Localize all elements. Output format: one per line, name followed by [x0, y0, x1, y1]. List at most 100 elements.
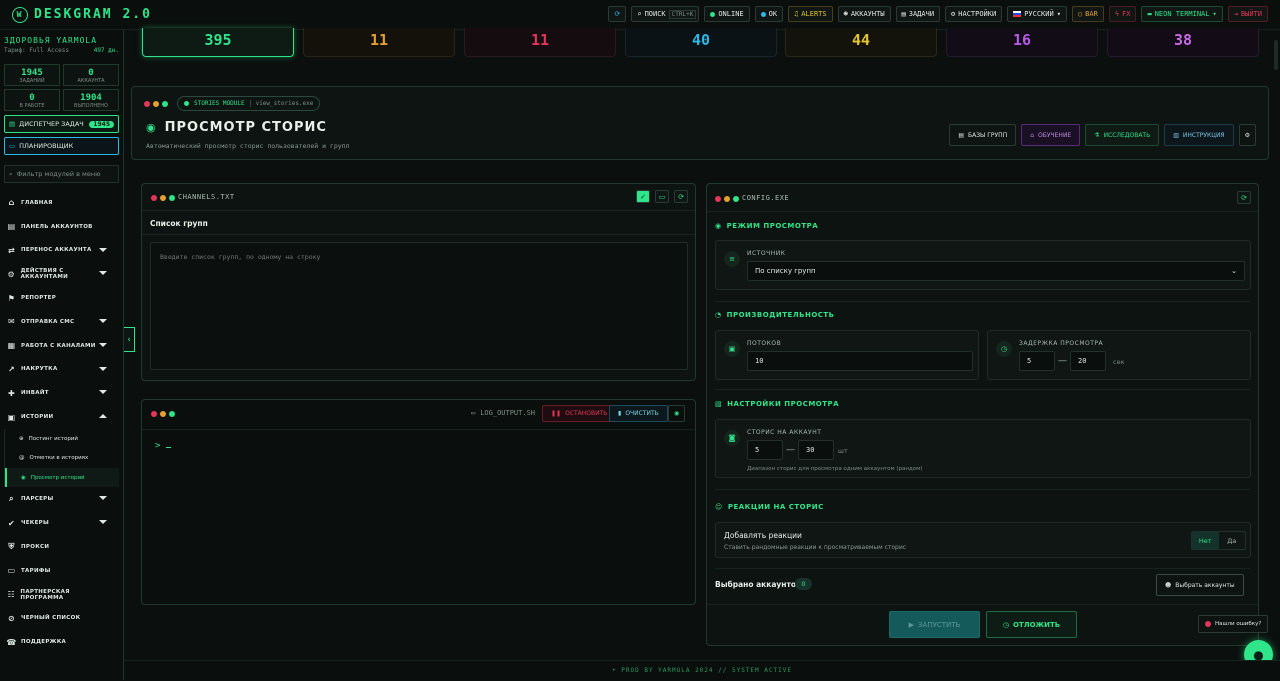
online-status[interactable]: ONLINE: [704, 6, 750, 22]
bug-report-button[interactable]: Нашли ошибку?: [1198, 615, 1269, 633]
config-panel: CONFIG.EXE ⟳ ◉ РЕЖИМ ПРОСМОТРА ≡ ИСТОЧНИК…: [706, 183, 1259, 646]
refresh-icon: ⟳: [1241, 193, 1247, 202]
scheduler-button[interactable]: ▭ ПЛАНИРОВЩИК: [4, 137, 119, 155]
sidebar-item-account-actions[interactable]: ⚙ ДЕЙСТВИЯ С АККАУНТАМИ: [0, 262, 123, 286]
window-controls: [715, 196, 739, 202]
reactions-no-option[interactable]: Нет: [1192, 532, 1219, 549]
top-stat-7[interactable]: 38: [1107, 28, 1259, 57]
search-button[interactable]: ⌕ ПОИСК CTRL+K: [631, 6, 700, 22]
chevron-down-icon: [99, 247, 107, 252]
chevron-down-icon: ⌄: [1231, 267, 1237, 275]
sidebar-item-checkers[interactable]: ✔ ЧЕКЕРЫ: [0, 511, 123, 535]
sidebar-item-accounts-panel[interactable]: ▤ ПАНЕЛЬ АККАУНТОВ: [0, 215, 123, 239]
stories-min-input[interactable]: 5: [747, 440, 783, 460]
group-bases-button[interactable]: ▤ БАЗЫ ГРУПП: [949, 124, 1017, 146]
start-button[interactable]: ▶ ЗАПУСТИТЬ: [889, 611, 980, 638]
reactions-yes-option[interactable]: Да: [1219, 532, 1246, 549]
log-view-button[interactable]: ◉: [668, 405, 686, 422]
selected-accounts-count: 0: [795, 578, 812, 590]
channels-refresh-button[interactable]: ⟳: [674, 190, 688, 203]
chevron-down-icon: [99, 318, 107, 323]
top-stat-1[interactable]: 395: [142, 28, 294, 57]
flag-icon: [1013, 11, 1022, 17]
logout-icon: ⇥: [1233, 10, 1238, 18]
choose-accounts-button[interactable]: ☻ Выбрать аккаунты: [1156, 574, 1244, 596]
sidebar-item-stories-posting[interactable]: ⊕ Постинг историй: [5, 429, 119, 449]
settings-button[interactable]: ⚙ НАСТРОЙКИ: [945, 6, 1003, 22]
guide-button[interactable]: ▥ ИНСТРУКЦИЯ: [1164, 124, 1234, 146]
sidebar-item-blacklist[interactable]: ⊘ ЧЕРНЫЙ СПИСОК: [0, 606, 123, 630]
stories-hint: Диапазон сторис для просмотра одним акка…: [747, 466, 923, 472]
chevron-down-icon: [99, 342, 107, 347]
sidebar-item-stories[interactable]: ▣ ИСТОРИИ: [0, 405, 123, 429]
stop-button[interactable]: ❚❚ ОСТАНОВИТЬ: [542, 405, 617, 422]
fx-toggle[interactable]: ϟ FX: [1108, 6, 1137, 22]
module-settings-button[interactable]: ⚙: [1238, 124, 1256, 146]
source-select[interactable]: По списку групп ⌄: [747, 261, 1245, 281]
performance-section-title: ◔ ПРОИЗВОДИТЕЛЬНОСТЬ: [715, 311, 835, 319]
top-stat-4[interactable]: 40: [625, 28, 777, 57]
stories-unit: шт: [838, 447, 848, 455]
research-button[interactable]: ⚗ ИССЛЕДОВАТЬ: [1085, 124, 1160, 146]
dispatcher-button[interactable]: ▤ ДИСПЕТЧЕР ЗАДАЧ 1945: [4, 115, 119, 133]
stat-accounts: 0 АККАУНТА: [63, 64, 119, 86]
top-stat-2[interactable]: 11: [303, 28, 455, 57]
search-icon: ⌕: [9, 494, 14, 504]
image-icon: ▧: [715, 400, 723, 408]
delay-max-input[interactable]: 20: [1070, 351, 1106, 371]
tasks-button[interactable]: ▤ ЗАДАЧИ: [895, 6, 941, 22]
source-label: ИСТОЧНИК: [747, 250, 786, 257]
scrollbar[interactable]: [1274, 40, 1278, 70]
home-icon: ⌂: [8, 198, 15, 208]
window-controls: [144, 101, 168, 107]
channels-icon: ▦: [7, 341, 16, 351]
book-icon: ▥: [1173, 131, 1179, 139]
alerts-button[interactable]: ♫ ALERTS: [788, 6, 833, 22]
sidebar-item-home[interactable]: ⌂ ГЛАВНАЯ: [0, 191, 123, 215]
channels-check-button[interactable]: ✓: [636, 190, 650, 203]
sidebar-item-channels[interactable]: ▦ РАБОТА С КАНАЛАМИ: [0, 334, 123, 358]
online-dot-icon: [710, 11, 716, 17]
app-logo[interactable]: W DESKGRAM 2.0: [12, 6, 152, 23]
top-stat-6[interactable]: 16: [946, 28, 1098, 57]
language-select[interactable]: РУССКИЙ ▾: [1007, 6, 1067, 22]
sidebar-item-sms[interactable]: ✉ ОТПРАВКА СМС: [0, 310, 123, 334]
theme-select[interactable]: ▬ NEON TERMINAL ▾: [1141, 6, 1223, 22]
sidebar-item-partners[interactable]: ☷ ПАРТНЕРСКАЯ ПРОГРАММА: [0, 583, 123, 607]
tasks-icon: ▤: [901, 10, 906, 18]
sidebar-item-proxy[interactable]: ⛨ ПРОКСИ: [0, 535, 123, 559]
learn-button[interactable]: ⌂ ОБУЧЕНИЕ: [1021, 124, 1081, 146]
clear-button[interactable]: ▮ ОЧИСТИТЬ: [609, 405, 668, 422]
top-stat-3[interactable]: 11: [464, 28, 616, 57]
sidebar-item-reporter[interactable]: ⚑ РЕПОРТЕР: [0, 286, 123, 310]
sidebar-menu: ⌂ ГЛАВНАЯ ▤ ПАНЕЛЬ АККАУНТОВ ⇄ ПЕРЕНОС АККА…: [0, 191, 123, 654]
stories-max-input[interactable]: 30: [798, 440, 834, 460]
eye-icon: ◉: [715, 222, 722, 230]
calendar-icon: ▭: [9, 142, 16, 150]
postpone-button[interactable]: ◷ ОТЛОЖИТЬ: [986, 611, 1077, 638]
sidebar-item-stories-mentions[interactable]: @ Отметки в историях: [5, 448, 119, 468]
bar-toggle[interactable]: ○ BAR: [1071, 6, 1104, 22]
accounts-button[interactable]: ☻ АККАУНТЫ: [837, 6, 891, 22]
range-dash: —: [1058, 356, 1067, 366]
ok-status[interactable]: OK: [754, 6, 784, 22]
delay-min-input[interactable]: 5: [1019, 351, 1055, 371]
status-dot-icon: [184, 101, 189, 106]
channels-textarea[interactable]: [150, 242, 688, 370]
sidebar-item-account-transfer[interactable]: ⇄ ПЕРЕНОС АККАУНТА: [0, 239, 123, 263]
sidebar-item-stories-view[interactable]: ◉ Просмотр историй: [5, 467, 119, 488]
top-stat-5[interactable]: 44: [785, 28, 937, 57]
sidebar-item-tariffs[interactable]: ▭ ТАРИФЫ: [0, 559, 123, 583]
sidebar-collapse-button[interactable]: ‹: [124, 327, 135, 352]
threads-input[interactable]: 10: [747, 351, 973, 371]
module-filter-input[interactable]: ⌕ Фильтр модулей в меню: [4, 165, 119, 183]
sidebar-item-boost[interactable]: ↗ НАКРУТКА: [0, 358, 123, 382]
refresh-button[interactable]: ⟳: [608, 6, 627, 22]
config-refresh-button[interactable]: ⟳: [1237, 191, 1251, 204]
channels-file-button[interactable]: ▭: [655, 190, 669, 203]
sidebar-item-support[interactable]: ☎ ПОДДЕРЖКА: [0, 630, 123, 654]
sidebar-item-parsers[interactable]: ⌕ ПАРСЕРЫ: [0, 487, 123, 511]
logout-button[interactable]: ⇥ ВЫЙТИ: [1227, 6, 1268, 22]
sidebar-item-invite[interactable]: ✚ ИНВАЙТ: [0, 381, 123, 405]
top-bar: W DESKGRAM 2.0 ⟳ ⌕ ПОИСК CTRL+K ONLINE OK …: [0, 0, 1280, 30]
